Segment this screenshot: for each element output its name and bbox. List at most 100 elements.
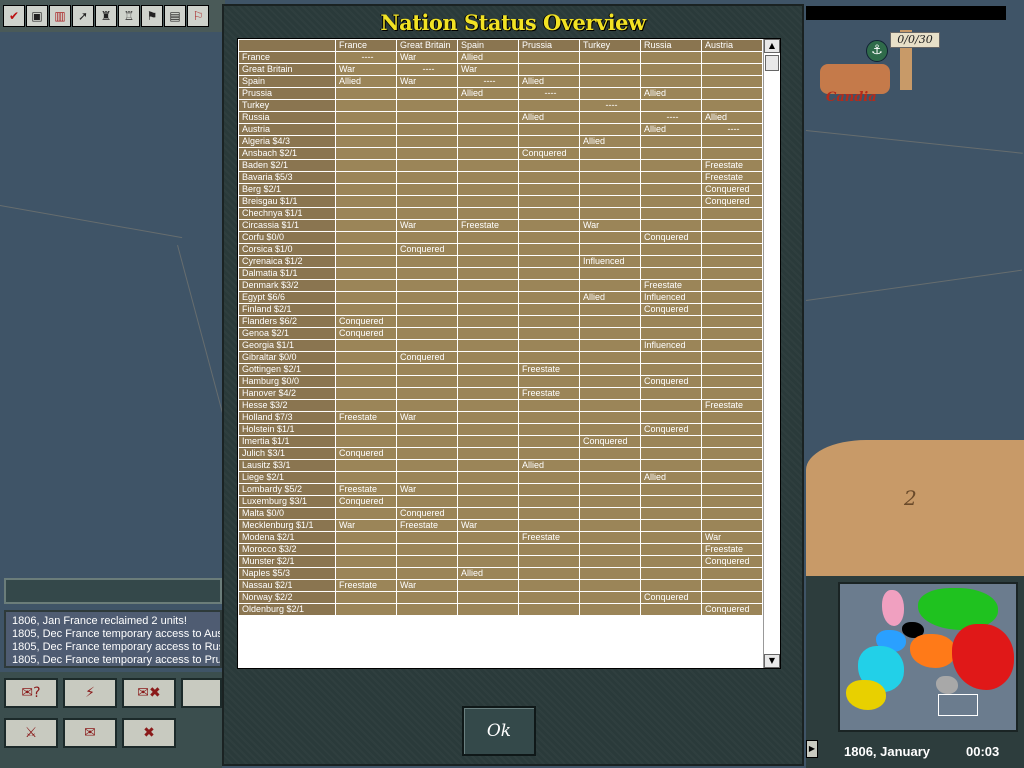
row-header: Denmark $3/2 [238, 279, 336, 292]
table-cell [579, 51, 641, 64]
row-header: Flanders $6/2 [238, 315, 336, 328]
table-cell [701, 387, 763, 400]
box-icon[interactable]: ▣ [26, 5, 48, 27]
table-cell [518, 183, 580, 196]
table-cell [579, 207, 641, 220]
cancel-treaty-icon[interactable]: ✖ [122, 718, 176, 748]
row-header: Russia [238, 111, 336, 124]
table-cell [701, 567, 763, 580]
table-cell [457, 483, 519, 496]
blank-icon[interactable] [181, 678, 222, 708]
table-cell [518, 315, 580, 328]
row-header: Luxemburg $3/1 [238, 495, 336, 508]
diplomacy-question-icon[interactable]: ✉? [4, 678, 58, 708]
table-row: Bavaria $5/3 Freestate [238, 171, 763, 184]
row-header: Prussia [238, 87, 336, 100]
alliance-icon[interactable]: ⚔ [4, 718, 58, 748]
scroll-icon[interactable]: ▤ [164, 5, 186, 27]
row-header: Baden $2/1 [238, 159, 336, 172]
banner-icon[interactable]: ⚑ [141, 5, 163, 27]
table-cell [396, 279, 458, 292]
table-cell [518, 243, 580, 256]
table-cell [457, 363, 519, 376]
bar-chart-icon[interactable]: ▥ [49, 5, 71, 27]
table-cell [457, 207, 519, 220]
treaty-icon[interactable]: ✉✖ [122, 678, 176, 708]
table-body: France ---- War Allied Great Britain War ---- W… [238, 51, 763, 616]
table-row: Mecklenburg $1/1 War Freestate War [238, 519, 763, 532]
table-cell [335, 231, 397, 244]
vertical-scrollbar[interactable]: ▲ ▼ [763, 39, 780, 668]
map-label-candia: Candia [826, 90, 877, 105]
message-line: 1805, Dec France temporary access to Pru… [12, 654, 222, 666]
table-row: Denmark $3/2 Freestate [238, 279, 763, 292]
war-declare-icon[interactable]: ⚡ [63, 678, 117, 708]
table-cell [579, 375, 641, 388]
scroll-right-arrow-icon[interactable]: ▶ [806, 740, 818, 758]
table-cell [579, 519, 641, 532]
minimap[interactable] [838, 582, 1018, 732]
table-cell [457, 495, 519, 508]
table-row: Morocco $3/2 Freestate [238, 543, 763, 556]
game-date: 1806, January [844, 744, 931, 759]
table-row: Ansbach $2/1 Conquered [238, 147, 763, 160]
row-header: Modena $2/1 [238, 531, 336, 544]
scroll-up-icon[interactable]: ▲ [764, 39, 780, 53]
flag-icon[interactable]: ⚐ [187, 5, 209, 27]
table-cell [579, 87, 641, 100]
table-cell [579, 327, 641, 340]
table-cell [396, 315, 458, 328]
table-cell [518, 135, 580, 148]
column-header: France [335, 39, 397, 52]
scroll-down-icon[interactable]: ▼ [764, 654, 780, 668]
table-cell: War [579, 219, 641, 232]
table-row: Gottingen $2/1 Freestate [238, 363, 763, 376]
letter-icon[interactable]: ✉ [63, 718, 117, 748]
checkmark-icon[interactable]: ✔ [3, 5, 25, 27]
table-header-row: France Great Britain Spain Prussia Turkey Rus… [238, 39, 763, 52]
row-header: Liege $2/1 [238, 471, 336, 484]
table-cell [579, 279, 641, 292]
table-cell [457, 411, 519, 424]
corner-header [238, 39, 336, 52]
army-icon[interactable]: ♜ [95, 5, 117, 27]
table-cell: Allied [640, 471, 702, 484]
table-cell [335, 423, 397, 436]
table-cell [457, 579, 519, 592]
table-cell: Conquered [701, 183, 763, 196]
table-cell [640, 159, 702, 172]
table-cell: War [396, 483, 458, 496]
row-header: Algeria $4/3 [238, 135, 336, 148]
table-cell: Conquered [396, 351, 458, 364]
sea-zone-border [806, 269, 1023, 301]
table-cell: War [701, 531, 763, 544]
table-cell [579, 399, 641, 412]
table-cell: Freestate [518, 531, 580, 544]
table-cell: Conquered [701, 555, 763, 568]
table-cell: Conquered [701, 195, 763, 208]
table-cell [396, 447, 458, 460]
table-cell: ---- [335, 51, 397, 64]
tower-icon[interactable]: ♖ [118, 5, 140, 27]
cursor-icon[interactable]: ➚ [72, 5, 94, 27]
table-cell [457, 111, 519, 124]
row-header: France [238, 51, 336, 64]
row-header: Munster $2/1 [238, 555, 336, 568]
table-cell: Conquered [335, 327, 397, 340]
table-cell [457, 447, 519, 460]
table-cell [701, 231, 763, 244]
table-cell [640, 243, 702, 256]
minimap-viewport[interactable] [938, 694, 978, 716]
table-cell [518, 99, 580, 112]
anchor-icon[interactable]: ⚓ [866, 40, 888, 62]
message-log[interactable]: 1806, Jan France reclaimed 2 units! 1805… [4, 610, 222, 668]
table-cell [396, 375, 458, 388]
ok-button[interactable]: Ok [462, 706, 536, 756]
table-cell [579, 591, 641, 604]
table-cell: Freestate [335, 411, 397, 424]
table-cell [518, 555, 580, 568]
table-cell [335, 471, 397, 484]
scroll-thumb[interactable] [765, 55, 779, 71]
table-cell: Allied [457, 51, 519, 64]
table-row: Dalmatia $1/1 [238, 267, 763, 280]
